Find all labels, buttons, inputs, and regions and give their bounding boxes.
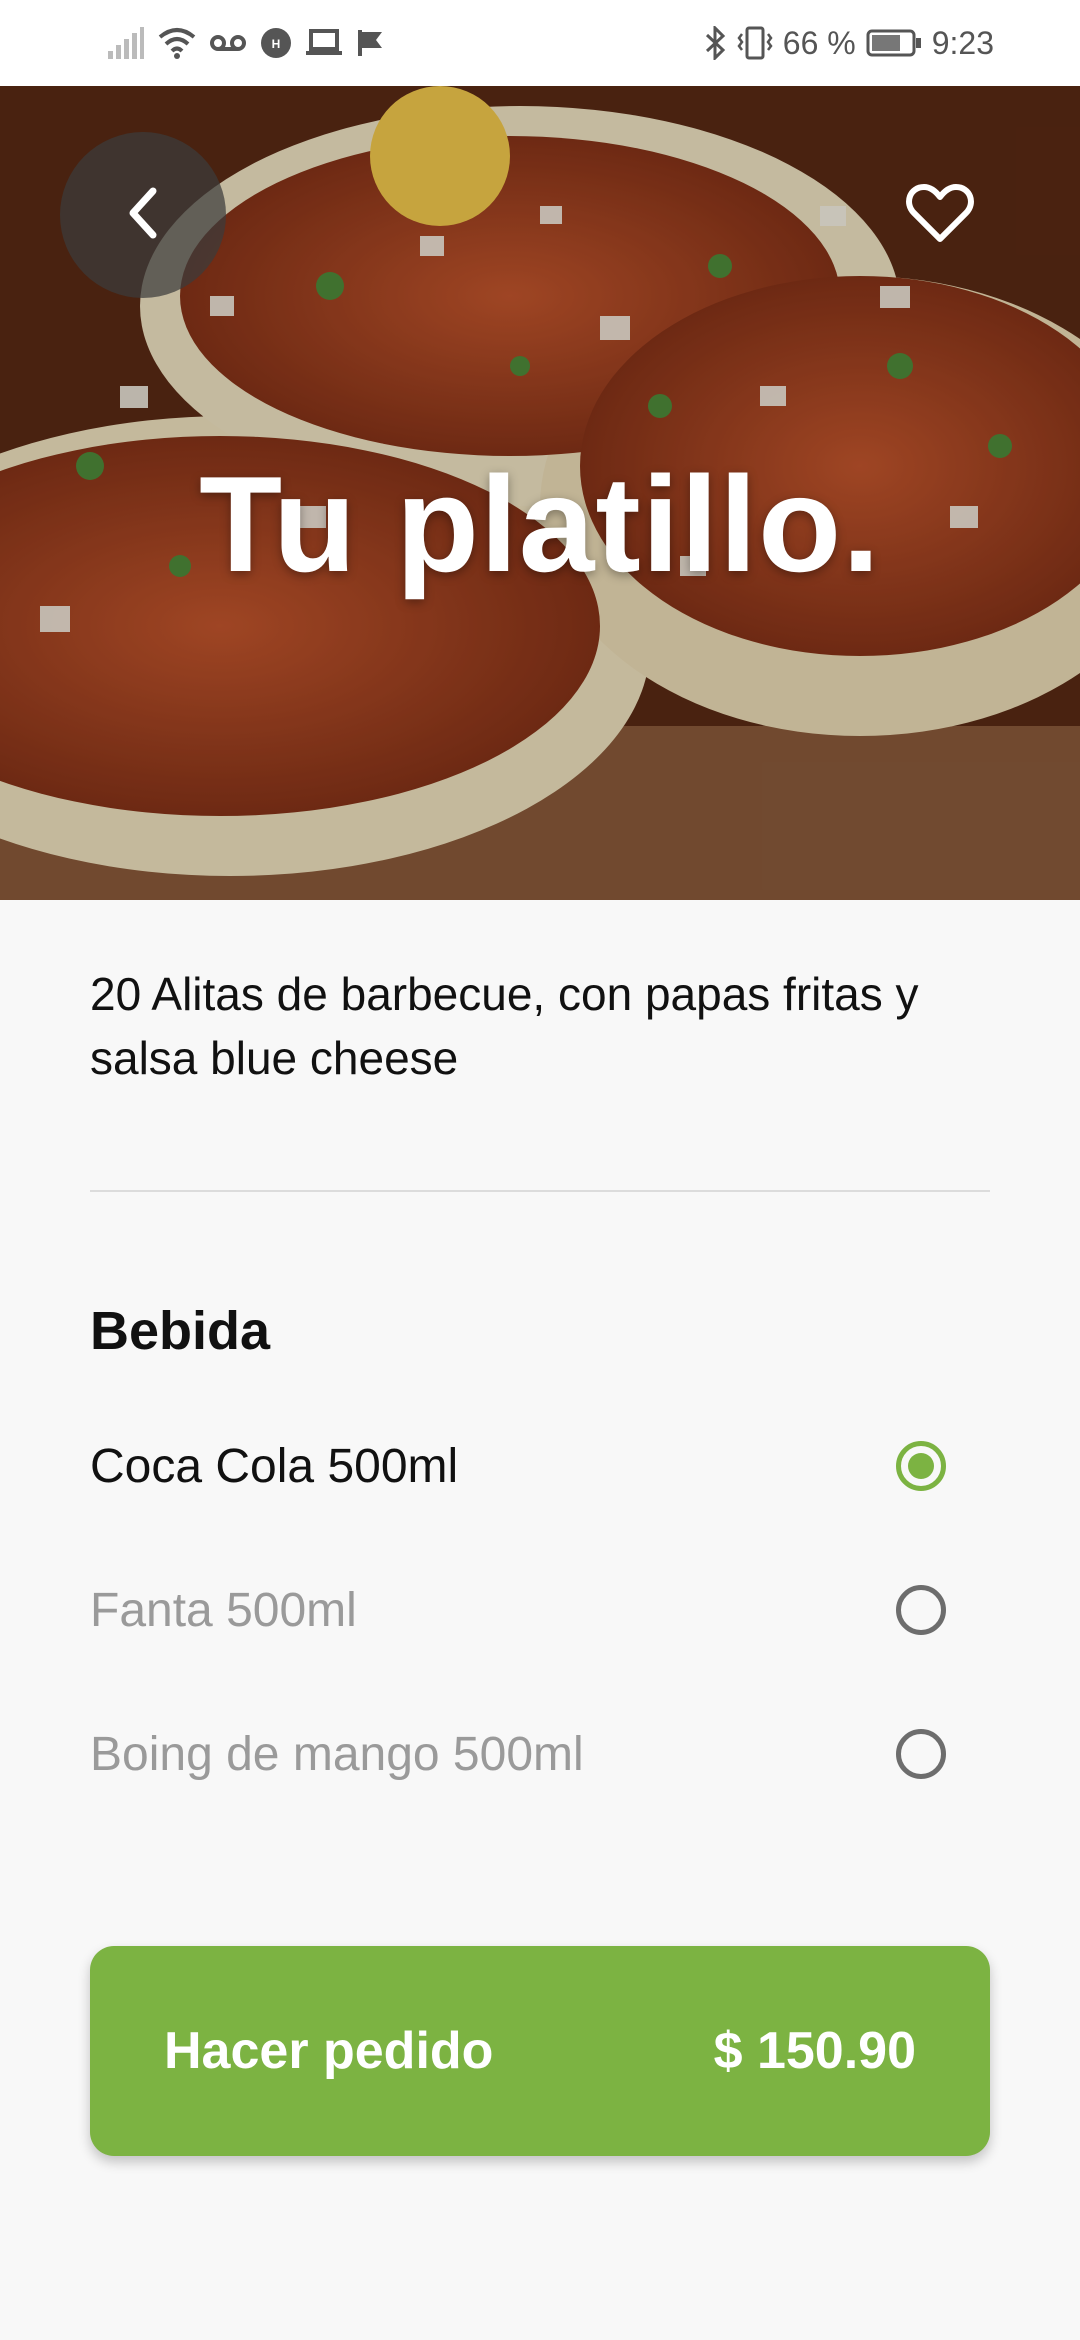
laptop-icon: [306, 29, 342, 57]
drink-option-label: Boing de mango 500ml: [90, 1727, 584, 1781]
radio-button-selected[interactable]: [896, 1441, 946, 1491]
status-icons-left: H: [108, 22, 386, 64]
place-order-button[interactable]: Hacer pedido $ 150.90: [90, 1946, 990, 2156]
status-icons-right: 66 % 9:23: [705, 22, 994, 64]
wifi-icon: [158, 27, 196, 59]
drink-option-coca-cola[interactable]: Coca Cola 500ml: [90, 1416, 990, 1516]
drink-option-fanta[interactable]: Fanta 500ml: [90, 1560, 990, 1660]
bluetooth-icon: [705, 26, 727, 60]
battery-icon: [866, 28, 922, 58]
status-bar: H 66 % 9:23: [0, 0, 1080, 86]
heart-outline-icon: [906, 183, 974, 250]
favorite-button[interactable]: [900, 176, 980, 256]
drink-option-boing-mango[interactable]: Boing de mango 500ml: [90, 1704, 990, 1804]
drink-option-label: Coca Cola 500ml: [90, 1439, 459, 1493]
drink-option-label: Fanta 500ml: [90, 1583, 357, 1637]
place-order-label: Hacer pedido: [164, 2022, 494, 2080]
drinks-section-title: Bebida: [90, 1301, 271, 1361]
dish-hero-image: Tu platillo.: [0, 86, 1080, 900]
battery-percent: 66 %: [782, 24, 856, 61]
dish-description: 20 Alitas de barbecue, con papas fritas …: [90, 968, 919, 1084]
radio-button[interactable]: [896, 1585, 946, 1635]
page-title: Tu platillo.: [199, 448, 881, 600]
signal-icon: [108, 27, 144, 59]
radio-button[interactable]: [896, 1729, 946, 1779]
divider: [90, 1190, 990, 1192]
hm-app-icon: H: [260, 27, 292, 59]
chevron-left-icon: [123, 183, 163, 248]
check-flag-icon: [356, 28, 386, 58]
voicemail-icon: [210, 33, 246, 53]
back-button[interactable]: [60, 132, 226, 298]
vibrate-icon: [737, 26, 773, 60]
order-price: $ 150.90: [713, 2022, 916, 2080]
svg-text:H: H: [272, 37, 281, 51]
clock-time: 9:23: [931, 24, 994, 61]
